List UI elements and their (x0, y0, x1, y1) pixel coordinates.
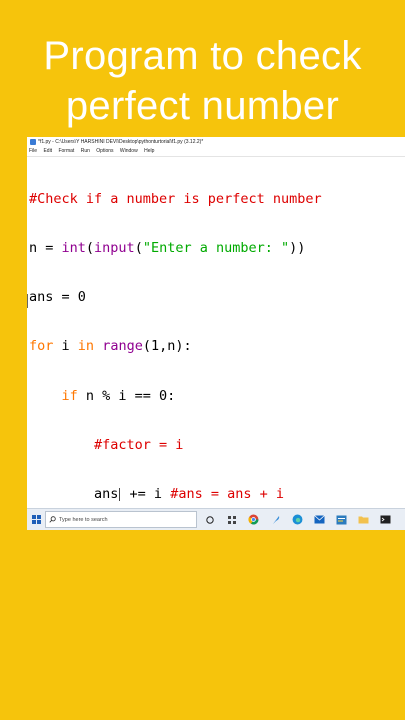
menu-run[interactable]: Run (81, 148, 90, 154)
insertion-caret (27, 294, 28, 308)
code-text: n % i == 0: (77, 387, 176, 404)
code-line-7: ans += i #ans = ans + i (27, 486, 405, 502)
comment: #ans = ans + i (170, 486, 284, 503)
code-text: += i (121, 486, 171, 503)
code-text: i (53, 338, 78, 355)
python-file-icon (30, 138, 36, 145)
taskbar-apps (203, 513, 401, 526)
comment: #factor = i (94, 436, 184, 453)
search-icon (49, 516, 56, 523)
string-literal: "Enter a number: " (142, 240, 290, 257)
code-line-4: for i in range(1,n): (27, 338, 405, 354)
headline-line-1: Program to check (43, 34, 362, 78)
code-line-6: #factor = i (27, 437, 405, 453)
task-view-icon[interactable] (203, 513, 216, 526)
code-editor[interactable]: #Check if a number is perfect number n =… (27, 158, 405, 508)
keyword-in: in (77, 338, 95, 355)
edge-icon[interactable] (291, 513, 304, 526)
chrome-icon[interactable] (247, 513, 260, 526)
code-text: (1,n): (142, 338, 192, 355)
mail-icon[interactable] (313, 513, 326, 526)
start-button[interactable] (27, 509, 45, 530)
builtin-range: range (102, 338, 143, 355)
keyword-if: if (61, 387, 78, 404)
keyword-for: for (29, 338, 54, 355)
taskbar-search-box[interactable]: Type here to search (45, 511, 197, 528)
python-icon[interactable] (335, 513, 348, 526)
window-title: *f1.py - C:\Users\Y HARSHINI DEVI\Deskto… (38, 139, 204, 145)
builtin-input: input (94, 240, 135, 257)
search-placeholder: Type here to search (59, 516, 108, 523)
widgets-icon[interactable] (225, 513, 238, 526)
headline-line-2: perfect number (65, 84, 340, 128)
menu-bar: File Edit Format Run Options Window Help (27, 147, 405, 157)
taskbar: Type here to search (27, 508, 405, 530)
code-line-3: ans = 0 (27, 289, 405, 305)
code-text: ans (94, 486, 119, 503)
menu-options[interactable]: Options (96, 148, 113, 154)
terminal-icon[interactable] (379, 513, 392, 526)
menu-help[interactable]: Help (144, 148, 154, 154)
comment: #Check if a number is perfect number (29, 190, 322, 207)
folder-icon[interactable] (357, 513, 370, 526)
feather-icon[interactable] (269, 513, 282, 526)
idle-editor-window: *f1.py - C:\Users\Y HARSHINI DEVI\Deskto… (27, 137, 405, 529)
code-line-1: #Check if a number is perfect number (27, 191, 405, 207)
builtin-int: int (61, 240, 86, 257)
window-titlebar[interactable]: *f1.py - C:\Users\Y HARSHINI DEVI\Deskto… (27, 137, 405, 147)
menu-edit[interactable]: Edit (43, 148, 52, 154)
code-line-2: n = int(input("Enter a number: ")) (27, 240, 405, 256)
menu-format[interactable]: Format (58, 148, 74, 154)
code-line-5: if n % i == 0: (27, 388, 405, 404)
windows-logo-icon (31, 515, 41, 524)
code-text: ( (85, 240, 95, 257)
menu-file[interactable]: File (29, 148, 37, 154)
menu-window[interactable]: Window (120, 148, 138, 154)
code-text: )) (289, 240, 306, 257)
code-text: ans = 0 (29, 289, 86, 306)
code-text: ( (134, 240, 143, 257)
code-text: n = (29, 240, 62, 257)
